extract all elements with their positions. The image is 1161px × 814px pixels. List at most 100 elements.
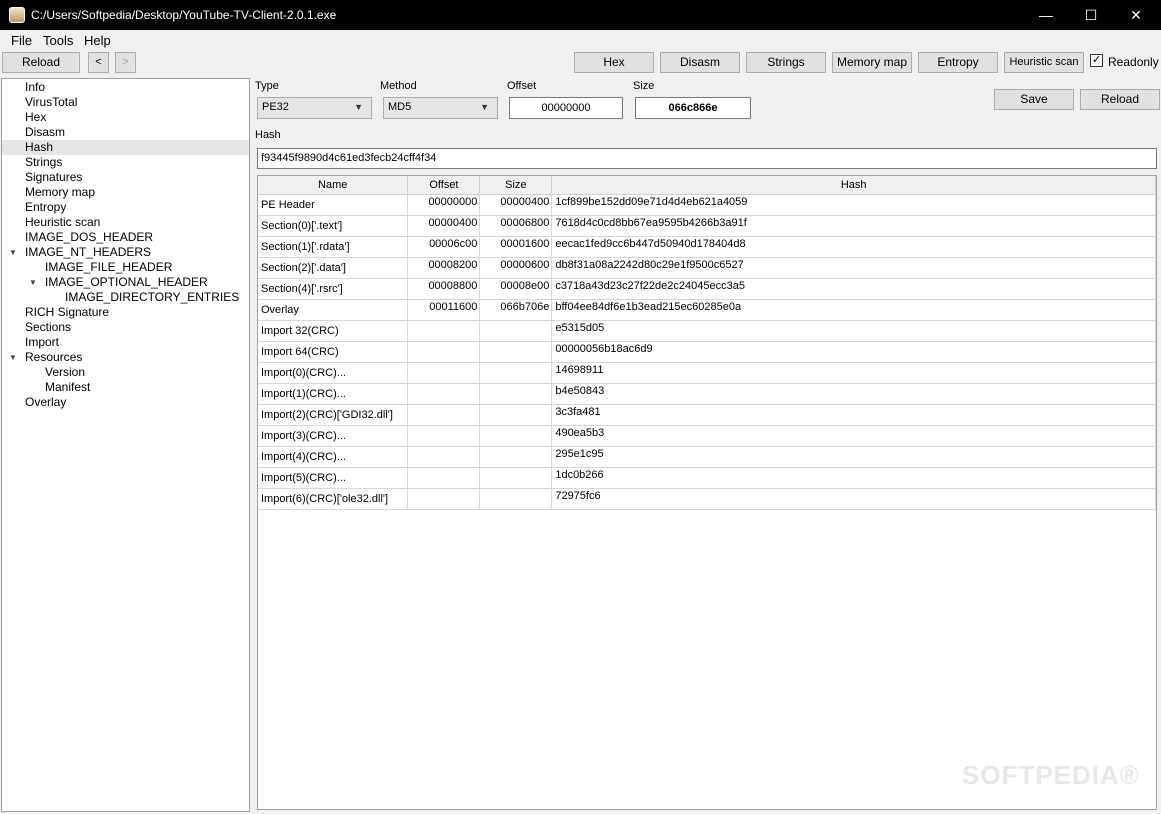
hash-reload-button[interactable]: Reload [1080, 89, 1160, 110]
tree-item[interactable]: Manifest [45, 380, 90, 395]
readonly-checkbox[interactable]: ✓ [1090, 54, 1103, 67]
tree-item[interactable]: Strings [25, 155, 62, 170]
tree-item[interactable]: IMAGE_OPTIONAL_HEADER [45, 275, 208, 290]
menu-tools[interactable]: Tools [43, 33, 73, 48]
tree-item[interactable]: RICH Signature [25, 305, 109, 320]
tree-item[interactable]: IMAGE_FILE_HEADER [45, 260, 172, 275]
tree-item[interactable]: Info [25, 80, 45, 95]
tab-hex[interactable]: Hex [574, 52, 654, 73]
cell-name: Import(3)(CRC)... [258, 425, 409, 447]
table-row[interactable]: Import 32(CRC) e5315d05 [258, 320, 1156, 342]
cell-size [479, 362, 553, 384]
table-row[interactable]: Import(0)(CRC)... 14698911 [258, 362, 1156, 384]
tree-item[interactable]: Signatures [25, 170, 82, 185]
table-row[interactable]: Import 64(CRC) 00000056b18ac6d9 [258, 341, 1156, 363]
cell-hash: bff04ee84df6e1b3ead215ec60285e0a [551, 299, 1156, 321]
table-row[interactable]: Import(4)(CRC)... 295e1c95 [258, 446, 1156, 468]
cell-size [479, 488, 553, 510]
type-select[interactable]: PE32 ▼ [257, 97, 372, 119]
tab-disasm[interactable]: Disasm [660, 52, 740, 73]
app-icon [9, 7, 25, 23]
tree-item[interactable]: IMAGE_DIRECTORY_ENTRIES [65, 290, 239, 305]
tree-item[interactable]: VirusTotal [25, 95, 77, 110]
hash-field[interactable]: f93445f9890d4c61ed3fecb24cff4f34 [257, 148, 1157, 169]
table-row[interactable]: Import(2)(CRC)['GDI32.dll'] 3c3fa481 [258, 404, 1156, 426]
menu-file[interactable]: File [11, 33, 32, 48]
maximize-button[interactable]: ☐ [1068, 0, 1114, 30]
tree-item[interactable]: Resources [25, 350, 82, 365]
cell-hash: c3718a43d23c27f22de2c24045ecc3a5 [551, 278, 1156, 300]
cell-name: Section(4)['.rsrc'] [258, 278, 409, 300]
tab-strings[interactable]: Strings [746, 52, 826, 73]
table-row[interactable]: Section(1)['.rdata'] 00006c00 00001600 eeca… [258, 236, 1156, 258]
table-row[interactable]: Section(2)['.data'] 00008200 00000600 db8f3… [258, 257, 1156, 279]
tab-memory-map[interactable]: Memory map [832, 52, 912, 73]
tree-item[interactable]: Memory map [25, 185, 95, 200]
tree-item[interactable]: IMAGE_NT_HEADERS [25, 245, 151, 260]
tab-heuristic-scan[interactable]: Heuristic scan [1004, 52, 1084, 73]
table-row[interactable]: Section(4)['.rsrc'] 00008800 00008e00 c3718… [258, 278, 1156, 300]
menu-help[interactable]: Help [84, 33, 111, 48]
expand-arrow-icon[interactable]: ▼ [29, 278, 37, 287]
table-row[interactable]: Overlay 00011600 066b706e bff04ee84df6e1b3e… [258, 299, 1156, 321]
hash-table: Name Offset Size Hash PE Header 00000000 0… [257, 175, 1157, 810]
column-header-offset[interactable]: Offset [407, 176, 481, 195]
column-header-size[interactable]: Size [479, 176, 553, 195]
column-header-hash[interactable]: Hash [551, 176, 1156, 195]
expand-arrow-icon[interactable]: ▼ [9, 353, 17, 362]
tree-item[interactable]: Hash [25, 140, 53, 155]
table-row[interactable]: PE Header 00000000 00000400 1cf899be152dd09… [258, 194, 1156, 216]
hash-label: Hash [255, 129, 281, 141]
type-value: PE32 [262, 101, 289, 113]
tree-item[interactable]: Disasm [25, 125, 65, 140]
minimize-button[interactable]: — [1023, 0, 1069, 30]
watermark: SOFTPEDIA® [962, 760, 1140, 790]
table-row[interactable]: Import(6)(CRC)['ole32.dll'] 72975fc6 [258, 488, 1156, 510]
column-header-name[interactable]: Name [258, 176, 409, 195]
cell-size [479, 425, 553, 447]
cell-name: Import(6)(CRC)['ole32.dll'] [258, 488, 409, 510]
table-row[interactable]: Section(0)['.text'] 00000400 00006800 7618d… [258, 215, 1156, 237]
back-button[interactable]: < [88, 52, 109, 73]
type-label: Type [255, 80, 279, 92]
reload-button[interactable]: Reload [2, 52, 80, 73]
offset-field[interactable]: 00000000 [509, 97, 623, 119]
table-row[interactable]: Import(5)(CRC)... 1dc0b266 [258, 467, 1156, 489]
table-row[interactable]: Import(1)(CRC)... b4e50843 [258, 383, 1156, 405]
cell-hash: 14698911 [551, 362, 1156, 384]
table-row[interactable]: Import(3)(CRC)... 490ea5b3 [258, 425, 1156, 447]
cell-hash: 00000056b18ac6d9 [551, 341, 1156, 363]
chevron-down-icon: ▼ [480, 102, 489, 112]
tree-item[interactable]: Import [25, 335, 59, 350]
size-field[interactable]: 066c866e [635, 97, 751, 119]
tree-item[interactable]: Version [45, 365, 85, 380]
cell-name: Section(2)['.data'] [258, 257, 409, 279]
cell-size: 00001600 [479, 236, 553, 258]
close-button[interactable]: ✕ [1113, 0, 1159, 30]
tree-item[interactable]: Heuristic scan [25, 215, 100, 230]
save-button[interactable]: Save [994, 89, 1074, 110]
cell-hash: b4e50843 [551, 383, 1156, 405]
method-select[interactable]: MD5 ▼ [383, 97, 498, 119]
cell-name: Import(5)(CRC)... [258, 467, 409, 489]
readonly-label: Readonly [1108, 55, 1159, 69]
tree-item[interactable]: Overlay [25, 395, 66, 410]
cell-offset [407, 425, 481, 447]
cell-size: 00000400 [479, 194, 553, 216]
expand-arrow-icon[interactable]: ▼ [9, 248, 17, 257]
tree-item[interactable]: Sections [25, 320, 71, 335]
cell-offset [407, 341, 481, 363]
cell-name: Import(1)(CRC)... [258, 383, 409, 405]
cell-offset [407, 446, 481, 468]
forward-button[interactable]: > [115, 52, 136, 73]
cell-offset [407, 488, 481, 510]
cell-name: Import(2)(CRC)['GDI32.dll'] [258, 404, 409, 426]
cell-name: Import(0)(CRC)... [258, 362, 409, 384]
tree-item[interactable]: Entropy [25, 200, 66, 215]
tree-item[interactable]: IMAGE_DOS_HEADER [25, 230, 153, 245]
cell-name: Section(0)['.text'] [258, 215, 409, 237]
cell-size: 00006800 [479, 215, 553, 237]
tab-entropy[interactable]: Entropy [918, 52, 998, 73]
menu-bar: File Tools Help [0, 30, 1161, 50]
tree-item[interactable]: Hex [25, 110, 46, 125]
